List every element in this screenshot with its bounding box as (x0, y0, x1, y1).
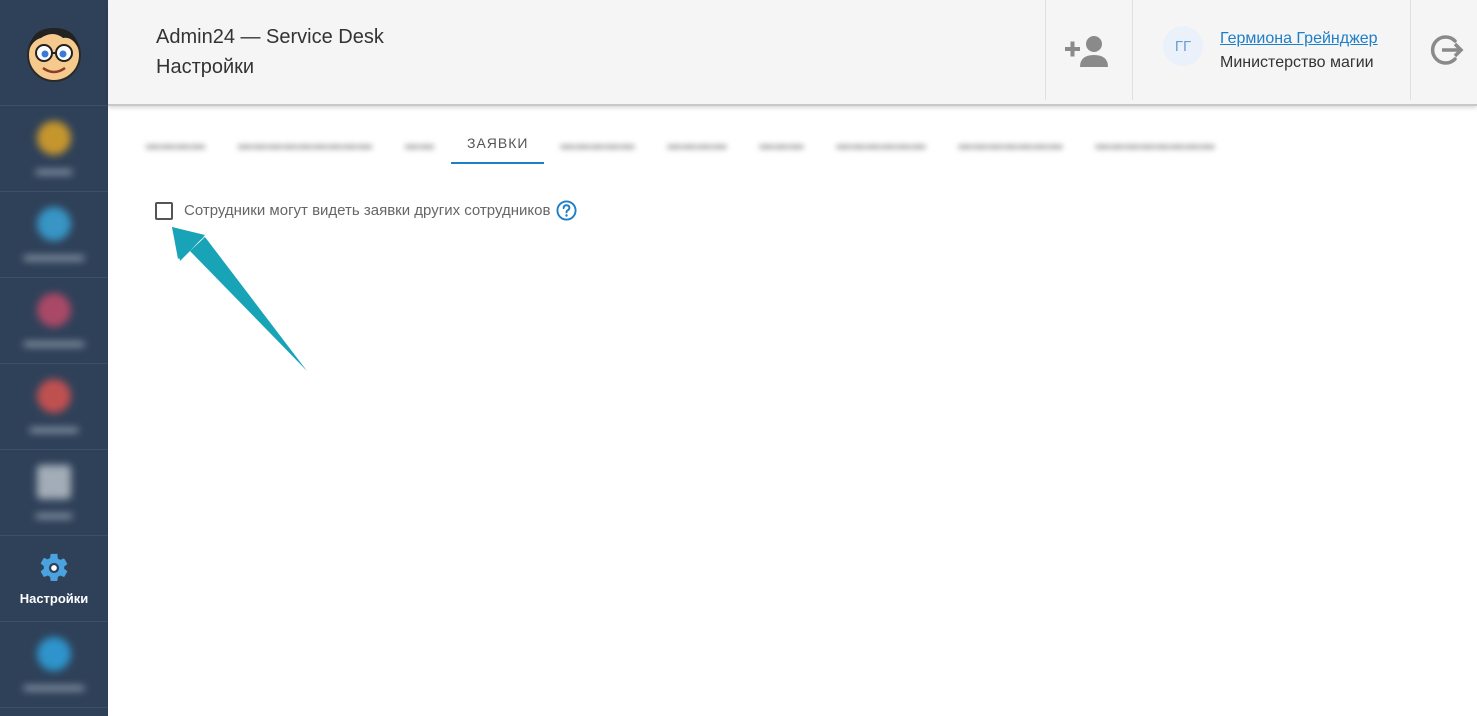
sidebar-item-label: ▬▬▬ (36, 506, 72, 521)
sidebar: ▬▬▬ ▬▬▬▬▬ ▬▬▬▬▬ ▬▬▬▬ ▬▬▬ Настройки ▬▬▬▬▬ (0, 0, 108, 716)
tab-10[interactable]: ▬▬▬▬▬▬▬▬ (1079, 124, 1231, 164)
header-divider (1410, 0, 1411, 100)
tab-2[interactable]: ▬▬▬▬▬▬▬▬▬ (222, 124, 389, 164)
user-organization: Министерство магии (1220, 54, 1374, 71)
blurred-icon (37, 292, 71, 327)
tab-label: ЗАЯВКИ (467, 135, 529, 151)
sidebar-item-label: ▬▬▬▬▬ (24, 678, 84, 693)
header-titles: Admin24 — Service Desk Настройки (156, 24, 384, 84)
sidebar-item-label: Настройки (19, 591, 89, 606)
sidebar-item-label: ▬▬▬▬▬ (24, 334, 84, 349)
blurred-icon (37, 206, 71, 241)
app-title: Admin24 — Service Desk (156, 26, 384, 48)
tab-requests[interactable]: ЗАЯВКИ (451, 124, 545, 164)
tab-1[interactable]: ▬▬▬▬ (130, 124, 222, 164)
sidebar-item-7[interactable]: ▬▬▬▬▬ (0, 622, 108, 708)
tab-6[interactable]: ▬▬▬▬ (651, 124, 743, 164)
header-divider (1045, 0, 1046, 100)
sidebar-item-settings[interactable]: Настройки (0, 536, 108, 622)
logout-icon (1430, 35, 1464, 65)
blurred-icon (37, 636, 71, 671)
sidebar-item-label: ▬▬▬ (36, 162, 72, 177)
logo[interactable] (0, 0, 108, 106)
blurred-icon (37, 378, 71, 413)
sidebar-item-label: ▬▬▬▬ (30, 420, 78, 435)
gear-icon (40, 553, 68, 582)
tab-8[interactable]: ▬▬▬▬▬▬ (820, 124, 942, 164)
tab-7[interactable]: ▬▬▬ (743, 124, 820, 164)
sidebar-item-label: ▬▬▬▬▬ (24, 248, 84, 263)
page-title: Настройки (156, 56, 255, 78)
tab-3[interactable]: ▬▬ (389, 124, 451, 164)
blurred-icon (37, 120, 71, 155)
sidebar-item-3[interactable]: ▬▬▬▬▬ (0, 278, 108, 364)
avatar[interactable]: ГГ (1163, 26, 1203, 66)
header-divider (1132, 0, 1133, 100)
sidebar-item-1[interactable]: ▬▬▬ (0, 106, 108, 192)
help-icon[interactable] (556, 200, 577, 221)
tab-5[interactable]: ▬▬▬▬▬ (544, 124, 651, 164)
top-header: Admin24 — Service Desk Настройки ГГ Герм… (108, 0, 1477, 106)
annotation-arrow (172, 227, 307, 371)
settings-tabs: ▬▬▬▬ ▬▬▬▬▬▬▬▬▬ ▬▬ ЗАЯВКИ ▬▬▬▬▬ ▬▬▬▬ ▬▬▬ … (130, 124, 1231, 166)
user-name-link[interactable]: Гермиона Грейнджер (1220, 30, 1378, 48)
tab-9[interactable]: ▬▬▬▬▬▬▬ (942, 124, 1079, 164)
mascot-logo-icon (27, 27, 81, 82)
app-root: ▬▬▬ ▬▬▬▬▬ ▬▬▬▬▬ ▬▬▬▬ ▬▬▬ Настройки ▬▬▬▬▬… (0, 0, 1477, 716)
blurred-icon (37, 464, 71, 499)
sidebar-item-2[interactable]: ▬▬▬▬▬ (0, 192, 108, 278)
logout-button[interactable] (1426, 30, 1466, 70)
sidebar-item-5[interactable]: ▬▬▬ (0, 450, 108, 536)
sidebar-item-4[interactable]: ▬▬▬▬ (0, 364, 108, 450)
add-user-button[interactable] (1063, 30, 1111, 72)
add-user-icon (1065, 36, 1108, 67)
